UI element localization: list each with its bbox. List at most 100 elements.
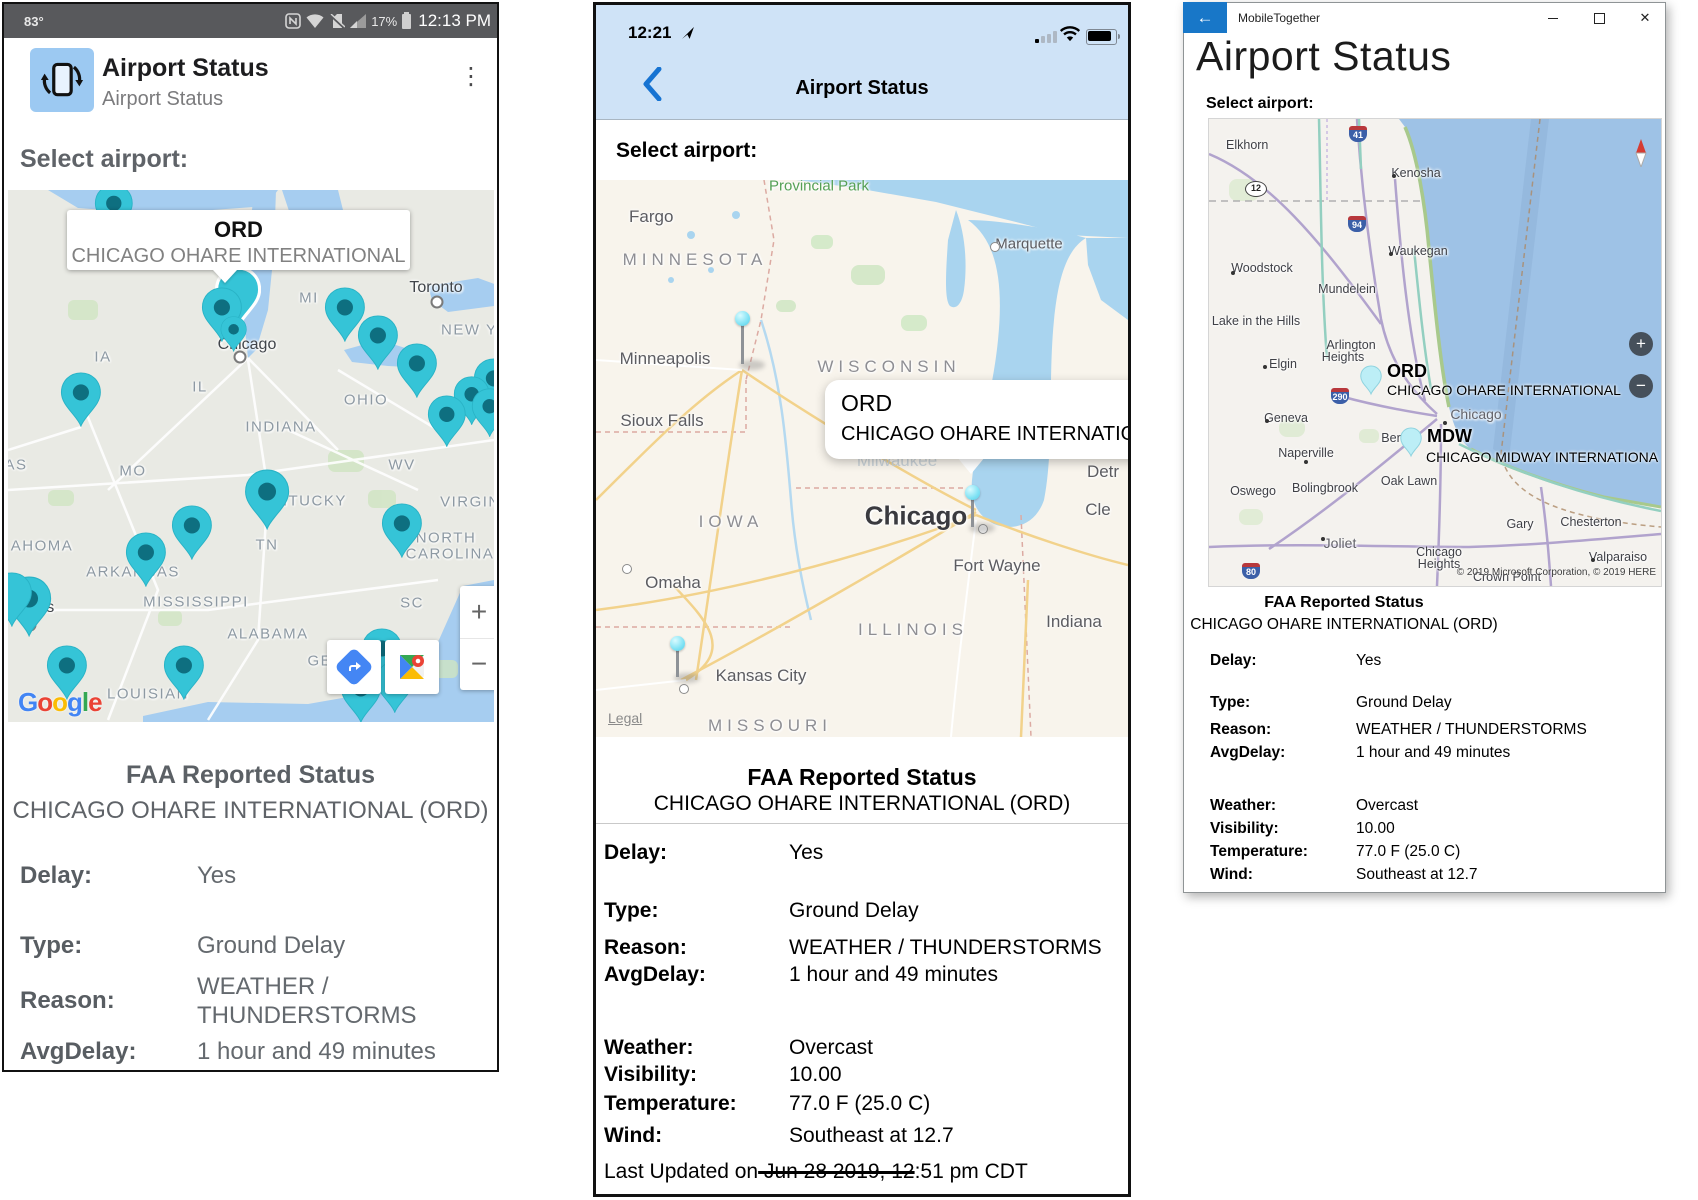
- airport-map-pin[interactable]: [125, 532, 167, 587]
- row-value: 77.0 F (25.0 C): [789, 1092, 1120, 1116]
- nav-title: Airport Status: [596, 77, 1128, 100]
- row-value: WEATHER / THUNDERSTORMS: [197, 972, 447, 1030]
- airport-map-pin[interactable]: [8, 572, 33, 627]
- map-label: TN: [256, 537, 279, 554]
- select-airport-label: Select airport:: [1206, 95, 1314, 113]
- signal-strength-icon: [1035, 31, 1057, 43]
- faa-airport-line: CHICAGO OHARE INTERNATIONAL (ORD): [596, 792, 1128, 816]
- map-label: NORTH: [416, 530, 477, 547]
- city-dot: [1389, 252, 1393, 256]
- map-label: MISSOURI: [708, 716, 832, 736]
- back-button[interactable]: [642, 67, 662, 106]
- airport-map-pin[interactable]: [1400, 426, 1422, 458]
- airport-map-pin[interactable]: [1360, 364, 1382, 396]
- city-dot: [1321, 537, 1325, 541]
- status-row-avgdelay: AvgDelay:1 hour and 49 minutes: [1210, 743, 1640, 763]
- app-icon: [30, 48, 94, 112]
- ord-code-label: ORD: [1387, 361, 1427, 382]
- map-label: WV: [388, 457, 415, 474]
- row-label: Delay:: [604, 841, 789, 865]
- airport-map-pin[interactable]: [381, 503, 423, 558]
- directions-icon: [334, 647, 374, 687]
- minimize-button[interactable]: [1536, 3, 1570, 33]
- city-dot: [1231, 271, 1235, 275]
- city-dot: [990, 242, 1000, 252]
- map-label: Valparaiso: [1589, 550, 1647, 564]
- row-value: Yes: [197, 862, 482, 890]
- city-dot: [1443, 421, 1447, 425]
- google-directions-button[interactable]: [327, 640, 381, 694]
- airport-map-pin[interactable]: [171, 505, 213, 560]
- zoom-in-button[interactable]: +: [460, 586, 494, 638]
- maximize-button[interactable]: [1582, 3, 1616, 33]
- close-button[interactable]: ✕: [1628, 3, 1662, 33]
- compass-icon: [1634, 139, 1648, 172]
- city-dot: [622, 564, 632, 574]
- last-updated-prefix: Last Updated on: [604, 1160, 758, 1183]
- row-value: Overcast: [789, 1036, 1120, 1060]
- google-logo: Google: [18, 687, 102, 718]
- airport-callout[interactable]: ORD CHICAGO OHARE INTERNATIO: [825, 380, 1128, 459]
- windows-screenshot: ← MobileTogether ✕ Airport Status Select…: [1183, 2, 1666, 893]
- row-value: Yes: [1356, 652, 1640, 670]
- google-map[interactable]: ORD CHICAGO OHARE INTERNATIONAL + −: [8, 190, 494, 722]
- airport-map-pin[interactable]: [427, 395, 467, 447]
- map-label: Minneapolis: [620, 349, 711, 369]
- google-logo-letter: o: [52, 687, 67, 717]
- map-label: Heights: [1322, 350, 1364, 364]
- airport-map-pin[interactable]: [357, 315, 399, 370]
- airport-map-pin[interactable]: [60, 372, 102, 427]
- back-button[interactable]: ←: [1183, 2, 1227, 33]
- tooltip-pointer: [213, 270, 237, 283]
- row-label: AvgDelay:: [604, 963, 789, 987]
- status-row-reason: Reason:WEATHER / THUNDERSTORMS: [1210, 720, 1640, 740]
- map-copyright: © 2019 Microsoft Corporation, © 2019 HER…: [1457, 567, 1656, 578]
- row-value: Ground Delay: [197, 932, 482, 960]
- faa-status-title: FAA Reported Status: [4, 761, 497, 790]
- status-row-delay: Delay:Yes: [1210, 651, 1640, 671]
- row-label: Visibility:: [604, 1063, 789, 1087]
- row-value: Ground Delay: [789, 899, 1120, 923]
- status-row-temperature: Temperature:77.0 F (25.0 C): [604, 1089, 1120, 1119]
- status-row-visibility: Visibility:10.00: [604, 1060, 1120, 1090]
- airport-map-pin[interactable]: [220, 316, 247, 352]
- row-label: Reason:: [604, 936, 789, 960]
- faa-status-title: FAA Reported Status: [596, 764, 1128, 791]
- map-label: Lake in the Hills: [1212, 314, 1300, 328]
- map-label: Waukegan: [1388, 244, 1447, 258]
- status-row-avgdelay: AvgDelay:1 hour and 49 minutes: [604, 960, 1120, 990]
- city-dot: [1263, 365, 1267, 369]
- map-label: Marquette: [995, 236, 1063, 253]
- status-row-wind: Wind:Southeast at 12.7: [604, 1121, 1120, 1151]
- airport-tooltip[interactable]: ORD CHICAGO OHARE INTERNATIONAL: [67, 210, 410, 270]
- airport-name: CHICAGO OHARE INTERNATIONAL: [67, 245, 410, 268]
- row-value: 10.00: [1356, 820, 1640, 838]
- row-label: Reason:: [1210, 721, 1356, 739]
- google-maps-app-button[interactable]: [385, 640, 439, 694]
- highway-shield-icon: 41: [1349, 126, 1367, 142]
- legal-link[interactable]: Legal: [608, 710, 642, 726]
- airport-map-pin[interactable]: [244, 469, 290, 530]
- airport-map-pin[interactable]: [396, 343, 438, 398]
- zoom-out-button[interactable]: −: [1629, 374, 1653, 398]
- wifi-icon: [306, 14, 324, 29]
- row-value: 1 hour and 49 minutes: [197, 1038, 482, 1066]
- row-value: WEATHER / THUNDERSTORMS: [1356, 721, 1640, 739]
- apple-map[interactable]: ORD CHICAGO OHARE INTERNATIO Legal Fargo…: [596, 180, 1128, 737]
- airport-name: CHICAGO OHARE INTERNATIO: [841, 423, 1128, 446]
- city-dot: [431, 296, 444, 309]
- row-value: 1 hour and 49 minutes: [1356, 744, 1640, 762]
- bing-map[interactable]: ORD CHICAGO OHARE INTERNATIONAL MDW CHIC…: [1208, 118, 1662, 587]
- highway-shield-icon: 290: [1331, 388, 1349, 404]
- overflow-menu-button[interactable]: ⋮: [459, 62, 483, 91]
- map-label: Elkhorn: [1226, 138, 1268, 152]
- airport-map-pin[interactable]: [163, 645, 205, 700]
- airport-map-pin[interactable]: [471, 388, 494, 437]
- map-label: NEW YOR: [441, 322, 494, 339]
- highway-shield-icon: 80: [1242, 563, 1260, 579]
- android-screenshot: 83° 17% 12:13 PM Airpo: [2, 2, 499, 1072]
- zoom-out-button[interactable]: −: [460, 638, 494, 691]
- map-label: Chicago: [865, 501, 968, 532]
- map-label: IL: [192, 379, 208, 396]
- zoom-in-button[interactable]: +: [1629, 332, 1653, 356]
